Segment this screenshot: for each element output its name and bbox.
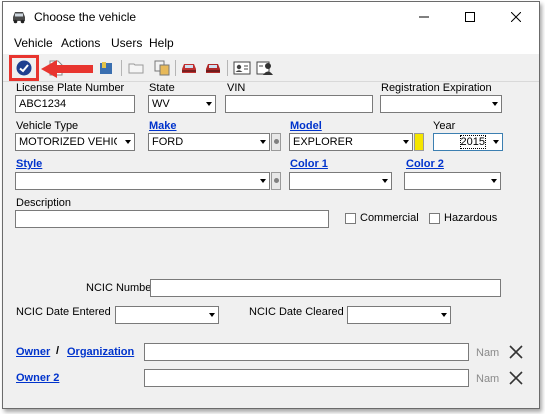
folder-icon[interactable] [127, 59, 145, 77]
close-icon [511, 12, 521, 22]
registration-expiration-select[interactable] [380, 95, 502, 113]
organization-link[interactable]: Organization [67, 346, 134, 358]
toolbar [3, 54, 539, 82]
model-value: EXPLORER [293, 136, 353, 148]
state-value: WV [152, 98, 170, 110]
hazardous-checkbox[interactable] [429, 213, 440, 224]
year-label: Year [433, 120, 456, 132]
ncic-number-label: NCIC Number [86, 282, 156, 294]
ncic-date-cleared-label: NCIC Date Cleared [249, 306, 344, 318]
chevron-down-icon [125, 140, 131, 144]
toolbar-separator [121, 60, 122, 76]
state-select[interactable]: WV [148, 95, 216, 113]
ncic-date-entered-select[interactable] [115, 306, 219, 324]
registration-expiration-label: Registration Expiration [381, 82, 492, 94]
make-link[interactable]: Make [149, 120, 177, 132]
menu-actions[interactable]: Actions [61, 36, 100, 50]
license-plate-label: License Plate Number [16, 82, 125, 94]
license-plate-input[interactable]: ABC1234 [15, 95, 135, 113]
commercial-label: Commercial [360, 212, 419, 224]
make-value: FORD [152, 136, 184, 148]
minimize-icon [419, 16, 429, 18]
chevron-down-icon [382, 179, 388, 183]
id-card-icon[interactable] [233, 59, 251, 77]
state-label: State [149, 82, 175, 94]
vehicle-type-value: MOTORIZED VEHICLE [19, 136, 117, 148]
vin-input[interactable] [225, 95, 373, 113]
car-red-icon[interactable] [180, 59, 198, 77]
make-lookup-button[interactable] [271, 133, 281, 151]
description-label: Description [16, 197, 72, 209]
red-arrow-annotation [41, 60, 93, 78]
style-lookup-button[interactable] [271, 172, 281, 190]
book-icon[interactable] [97, 59, 115, 77]
confirm-button-highlight [9, 55, 39, 81]
car-red-2-icon[interactable] [204, 59, 222, 77]
vehicle-type-select[interactable]: MOTORIZED VEHICLE [15, 133, 135, 151]
menu-users[interactable]: Users [111, 36, 142, 50]
chevron-down-icon [209, 313, 215, 317]
vehicle-type-label: Vehicle Type [16, 120, 79, 132]
color1-select[interactable] [289, 172, 392, 190]
ncic-date-cleared-select[interactable] [347, 306, 451, 324]
color2-link[interactable]: Color 2 [406, 158, 444, 170]
chevron-down-icon [493, 140, 499, 144]
owner-link[interactable]: Owner [16, 346, 50, 358]
chevron-down-icon [260, 140, 266, 144]
copy-icon[interactable] [153, 59, 171, 77]
make-select[interactable]: FORD [148, 133, 270, 151]
owner-separator: / [56, 345, 60, 357]
ncic-number-input[interactable] [150, 279, 501, 297]
owner2-name-hint: Nam [476, 373, 500, 385]
vin-label: VIN [227, 82, 246, 94]
chevron-down-icon [441, 313, 447, 317]
color2-select[interactable] [404, 172, 501, 190]
hazardous-label: Hazardous [444, 212, 498, 224]
choose-vehicle-window: Choose the vehicle Vehicle Actions Users… [2, 1, 540, 409]
commercial-checkbox[interactable] [345, 213, 356, 224]
chevron-down-icon [260, 179, 266, 183]
ncic-date-entered-label: NCIC Date Entered [16, 306, 111, 318]
owner2-link[interactable]: Owner 2 [16, 372, 59, 384]
close-button[interactable] [493, 2, 539, 32]
maximize-icon [465, 12, 475, 22]
chevron-down-icon [206, 102, 212, 106]
menu-help[interactable]: Help [149, 36, 174, 50]
clear-owner-icon[interactable] [508, 344, 524, 360]
id-card-person-icon[interactable] [256, 59, 274, 77]
minimize-button[interactable] [401, 2, 447, 32]
model-link[interactable]: Model [290, 120, 322, 132]
owner-input[interactable] [144, 343, 469, 361]
maximize-button[interactable] [447, 2, 493, 32]
year-select[interactable]: 2015 [433, 133, 503, 151]
window-title: Choose the vehicle [34, 10, 137, 24]
chevron-down-icon [492, 102, 498, 106]
description-input[interactable] [15, 210, 329, 228]
clear-owner2-icon[interactable] [508, 370, 524, 386]
toolbar-separator [227, 60, 228, 76]
year-value: 2015 [459, 135, 487, 149]
owner2-input[interactable] [144, 369, 469, 387]
style-link[interactable]: Style [16, 158, 42, 170]
car-app-icon [13, 12, 25, 24]
menu-vehicle[interactable]: Vehicle [14, 36, 53, 50]
toolbar-separator [175, 60, 176, 76]
title-bar: Choose the vehicle [3, 2, 539, 32]
style-select[interactable] [15, 172, 270, 190]
chevron-down-icon [491, 179, 497, 183]
menu-bar: Vehicle Actions Users Help [3, 32, 539, 54]
model-select[interactable]: EXPLORER [289, 133, 413, 151]
color1-link[interactable]: Color 1 [290, 158, 328, 170]
chevron-down-icon [403, 140, 409, 144]
model-lookup-button[interactable] [414, 133, 424, 151]
owner-name-hint: Nam [476, 347, 500, 359]
